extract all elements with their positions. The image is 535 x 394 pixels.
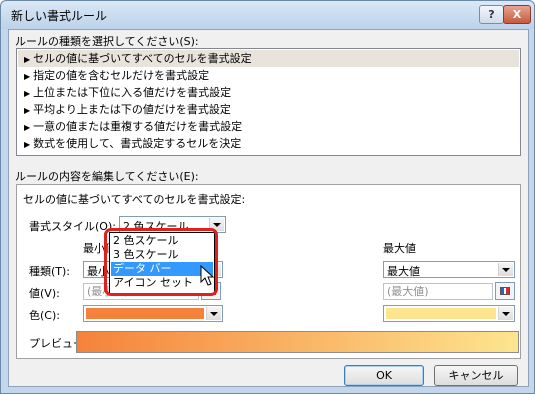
max-range-picker-button[interactable] <box>495 282 515 300</box>
rule-type-label: ルールの種類を選択してください(S): <box>15 35 199 48</box>
title-bar: 新しい書式ルール ? X <box>1 1 534 29</box>
rule-type-item[interactable]: ▶ 一意の値または重複する値だけを書式設定 <box>18 118 519 135</box>
bullet-arrow-icon: ▶ <box>24 106 31 115</box>
max-column-header: 最大値 <box>383 242 416 255</box>
dialog-title: 新しい書式ルール <box>11 9 108 23</box>
bullet-arrow-icon: ▶ <box>24 140 31 149</box>
max-value-field[interactable]: (最大値) <box>383 283 493 300</box>
preview-gradient-bar <box>76 331 519 353</box>
rule-type-item[interactable]: ▶ 数式を使用して、書式設定するセルを決定 <box>18 135 519 152</box>
chevron-down-icon[interactable] <box>206 307 221 320</box>
max-type-select[interactable]: 最大値 <box>383 261 515 278</box>
cell-range-icon <box>500 287 510 295</box>
new-format-rule-dialog: 新しい書式ルール ? X ルールの種類を選択してください(S): ▶ セルの値に基… <box>0 0 535 394</box>
color-label: 色(C): <box>29 309 60 322</box>
close-button[interactable]: X <box>503 5 531 24</box>
bullet-arrow-icon: ▶ <box>24 72 31 81</box>
dialog-client-area: ルールの種類を選択してください(S): ▶ セルの値に基づいてすべてのセルを書式設… <box>8 29 529 387</box>
format-style-label: 書式スタイル(O): <box>29 220 116 233</box>
rule-type-list[interactable]: ▶ セルの値に基づいてすべてのセルを書式設定 ▶ 指定の値を含むセルだけを書式設定 … <box>16 48 521 156</box>
max-color-select[interactable] <box>383 305 515 322</box>
rule-type-item[interactable]: ▶ 平均より上または下の値だけを書式設定 <box>18 101 519 118</box>
rule-description: セルの値に基づいてすべてのセルを書式設定: <box>23 193 246 206</box>
rule-edit-label: ルールの内容を編集してください(E): <box>15 170 199 183</box>
min-color-select[interactable] <box>83 305 223 322</box>
ok-button[interactable]: OK <box>344 365 424 386</box>
type-label: 種類(T): <box>29 265 71 278</box>
mouse-cursor-icon <box>200 265 215 286</box>
bullet-arrow-icon: ▶ <box>24 89 31 98</box>
cancel-button[interactable]: キャンセル <box>434 365 518 386</box>
close-icon: X <box>512 8 522 21</box>
help-button[interactable]: ? <box>479 5 504 24</box>
min-color-swatch <box>86 308 204 319</box>
value-label: 値(V): <box>29 287 60 300</box>
rule-type-item[interactable]: ▶ 指定の値を含むセルだけを書式設定 <box>18 67 519 84</box>
rule-type-item[interactable]: ▶ セルの値に基づいてすべてのセルを書式設定 <box>18 50 519 67</box>
rule-type-item[interactable]: ▶ 上位または下位に入る値だけを書式設定 <box>18 84 519 101</box>
max-color-swatch <box>386 308 496 319</box>
help-icon: ? <box>488 8 495 21</box>
chevron-down-icon[interactable] <box>498 307 513 320</box>
chevron-down-icon[interactable] <box>498 263 513 276</box>
bullet-arrow-icon: ▶ <box>24 55 31 64</box>
bullet-arrow-icon: ▶ <box>24 123 31 132</box>
